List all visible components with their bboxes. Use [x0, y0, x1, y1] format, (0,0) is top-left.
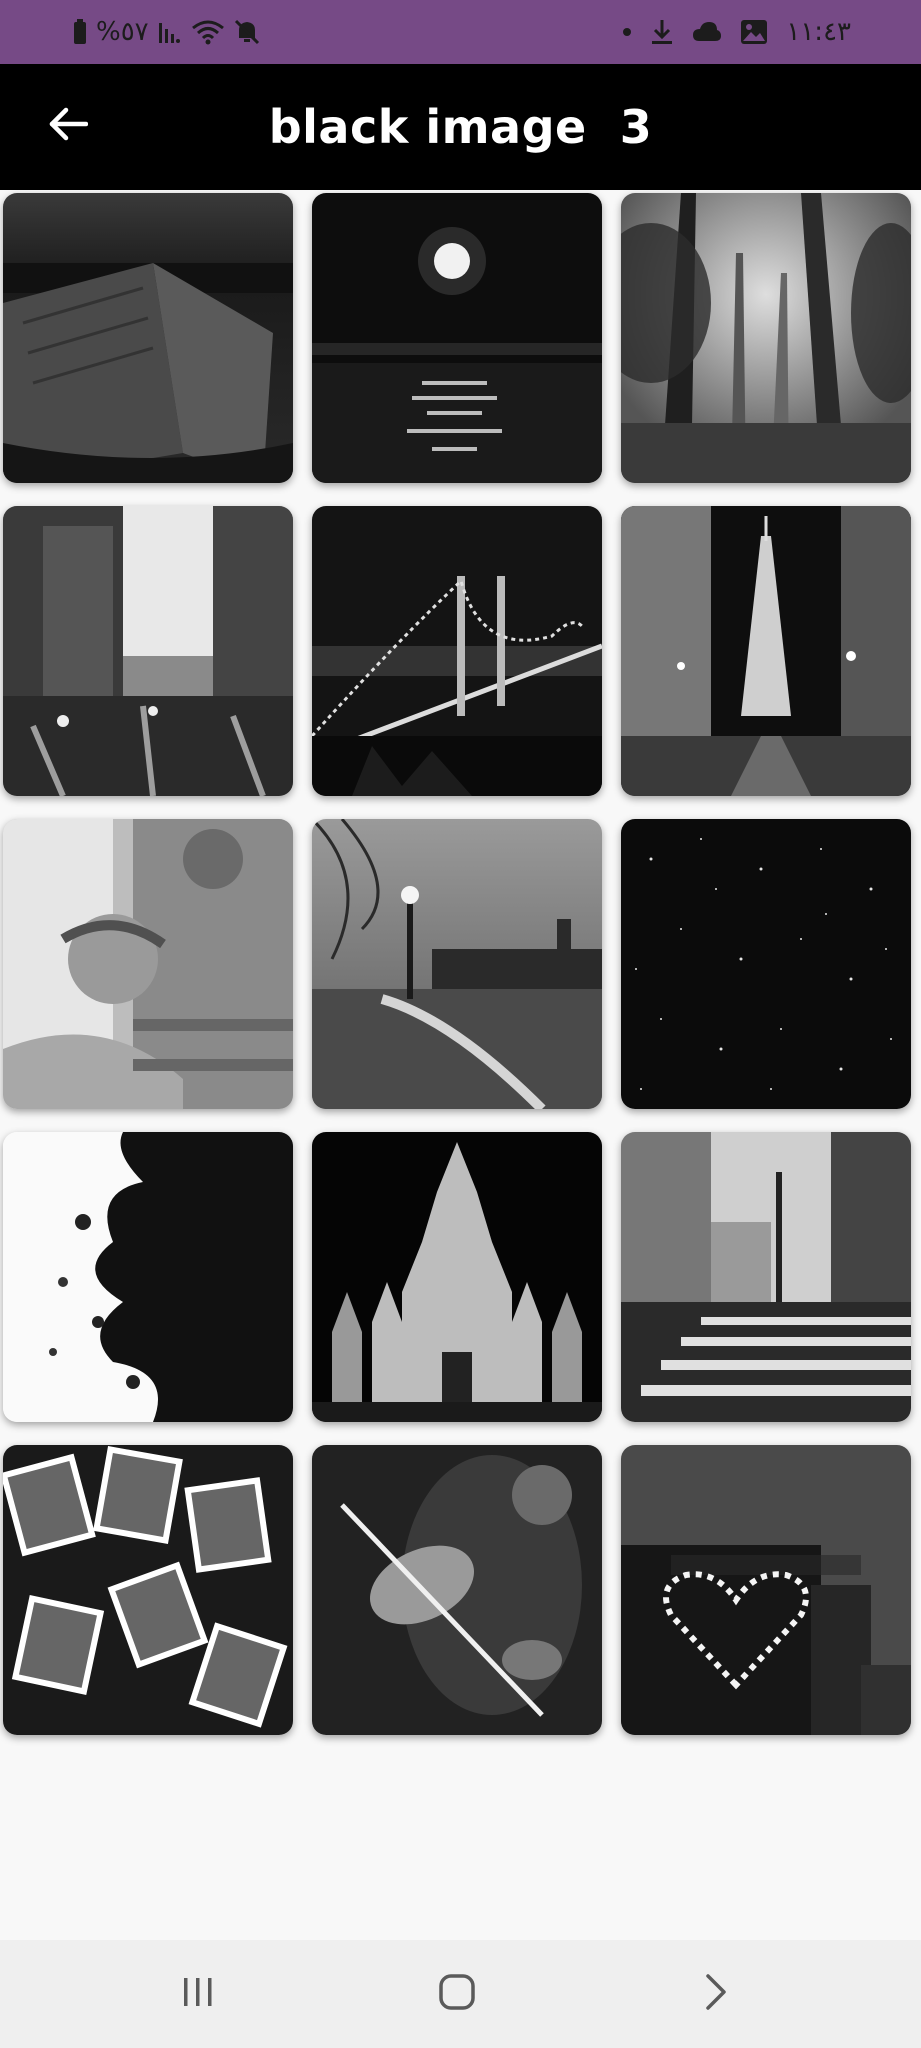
signal-icon	[157, 19, 183, 45]
violinist-image[interactable]	[312, 1445, 602, 1735]
london-riverside-image[interactable]	[312, 819, 602, 1109]
battery-icon	[72, 19, 88, 45]
status-bar: %٥٧ ١١:٤٣	[0, 0, 921, 64]
night-bridge-image[interactable]	[312, 506, 602, 796]
back-chevron-icon	[700, 1972, 730, 2016]
home-icon	[437, 1972, 477, 2016]
open-book-image[interactable]	[3, 193, 293, 483]
recents-button[interactable]	[158, 1964, 238, 2024]
rainy-city-street-image[interactable]	[3, 506, 293, 796]
page-title: black image 3	[268, 100, 653, 154]
battery-percent: %٥٧	[96, 17, 149, 47]
dot-icon	[622, 27, 632, 37]
crosswalk-city-image[interactable]	[621, 1132, 911, 1422]
heart-building-image[interactable]	[621, 1445, 911, 1735]
recents-icon	[180, 1974, 216, 2014]
starry-sky-image[interactable]	[621, 819, 911, 1109]
status-left-group: %٥٧	[72, 14, 261, 50]
ink-splash-image[interactable]	[3, 1132, 293, 1422]
castle-at-night-image[interactable]	[312, 1132, 602, 1422]
status-right-group: ١١:٤٣	[622, 14, 851, 50]
clock-time: ١١:٤٣	[786, 17, 851, 47]
wifi-icon	[191, 19, 225, 45]
back-button[interactable]	[36, 94, 100, 158]
image-grid	[0, 190, 921, 1790]
angel-statue-image[interactable]	[3, 819, 293, 1109]
mute-icon	[233, 18, 261, 46]
misty-forest-image[interactable]	[621, 193, 911, 483]
app-bar: black image 3	[0, 64, 921, 190]
moon-over-sea-image[interactable]	[312, 193, 602, 483]
cloud-icon	[692, 21, 722, 43]
eiffel-tower-street-image[interactable]	[621, 506, 911, 796]
gallery-icon	[740, 19, 768, 45]
scattered-polaroids-image[interactable]	[3, 1445, 293, 1735]
nav-back-button[interactable]	[675, 1964, 755, 2024]
download-icon	[650, 18, 674, 46]
arrow-left-icon	[48, 106, 89, 146]
navigation-bar	[0, 1940, 921, 2048]
home-button[interactable]	[417, 1964, 497, 2024]
